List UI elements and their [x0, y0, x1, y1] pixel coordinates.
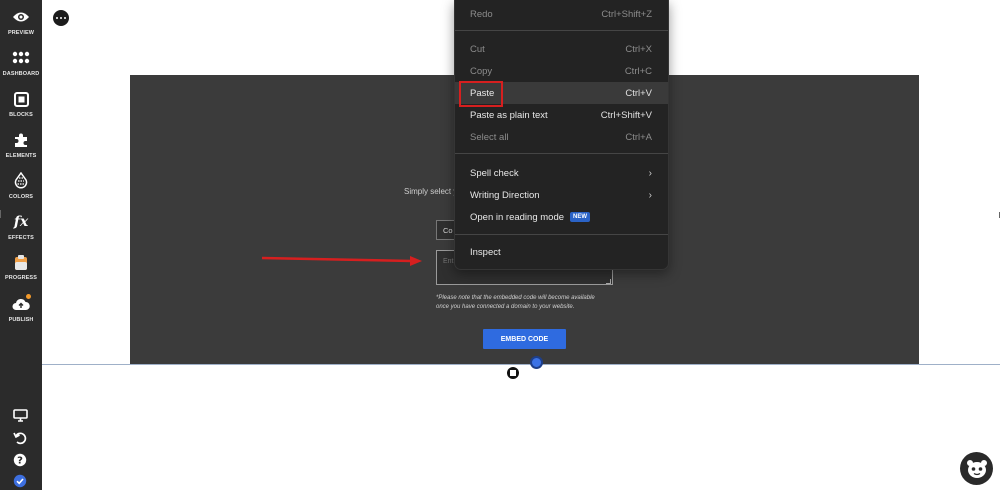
menu-item-shortcut: Ctrl+V: [625, 87, 652, 99]
sidebar-item-effects[interactable]: fx EFFECTS: [0, 209, 42, 249]
sidebar-item-label: EFFECTS: [8, 235, 34, 241]
menu-item-shortcut: Ctrl+A: [625, 131, 652, 143]
sidebar-item-label: PUBLISH: [8, 317, 34, 323]
canvas-edge-marker: [0, 210, 2, 218]
context-menu: Redo Ctrl+Shift+Z Cut Ctrl+X Copy Ctrl+C…: [454, 0, 669, 270]
menu-item-shortcut: Ctrl+C: [624, 65, 652, 77]
sidebar-item-label: BLOCKS: [9, 112, 33, 118]
colors-icon: [12, 172, 30, 190]
menu-item-shortcut: Ctrl+Shift+Z: [601, 8, 652, 20]
menu-item-spell-check[interactable]: Spell check ›: [455, 162, 668, 184]
clipboard-icon: [12, 253, 30, 271]
menu-item-writing-direction[interactable]: Writing Direction ›: [455, 184, 668, 206]
menu-separator: [455, 153, 668, 154]
blocks-icon: [12, 90, 30, 108]
chatbot-icon[interactable]: [960, 452, 993, 485]
sidebar-item-label: DASHBOARD: [2, 71, 40, 77]
menu-item-label: Redo: [470, 8, 493, 20]
grid-icon: [12, 49, 30, 67]
sidebar-item-publish[interactable]: PUBLISH: [0, 291, 42, 331]
menu-item-shortcut: Ctrl+Shift+V: [600, 109, 652, 121]
fx-icon: fx: [13, 214, 29, 230]
sidebar-item-label: PROGRESS: [5, 275, 37, 281]
app-window: PREVIEW DASHBOARD BLOCKS ELEMENTS COLORS: [0, 0, 1000, 490]
menu-item-label: Cut: [470, 43, 485, 55]
add-section-handle[interactable]: [530, 356, 543, 369]
menu-item-reading-mode[interactable]: Open in reading mode NEW: [455, 206, 668, 228]
menu-item-label: Writing Direction: [470, 189, 540, 201]
sidebar-item-label: ELEMENTS: [5, 153, 37, 159]
menu-item-label: Select all: [470, 131, 509, 143]
sidebar-item-blocks[interactable]: BLOCKS: [0, 86, 42, 126]
menu-item-redo[interactable]: Redo Ctrl+Shift+Z: [455, 3, 668, 25]
menu-item-label: Open in reading mode: [470, 211, 565, 223]
menu-item-label-wrap: Open in reading mode NEW: [470, 211, 591, 223]
puzzle-icon: [12, 131, 30, 149]
domain-note-line: once you have connected a domain to your…: [436, 303, 575, 310]
sidebar-item-elements[interactable]: ELEMENTS: [0, 127, 42, 167]
menu-item-label: Copy: [470, 65, 493, 77]
paste-highlight-box: [459, 81, 503, 107]
menu-item-cut[interactable]: Cut Ctrl+X: [455, 38, 668, 60]
menu-item-label: Paste as plain text: [470, 109, 548, 121]
help-icon[interactable]: ?: [11, 451, 29, 469]
more-options-icon[interactable]: [53, 10, 69, 26]
check-icon[interactable]: [11, 472, 29, 490]
section-boundary-line: [42, 364, 1000, 365]
sidebar-item-label: PREVIEW: [7, 30, 35, 36]
sidebar-item-colors[interactable]: COLORS: [0, 168, 42, 208]
sidebar-item-label: COLORS: [8, 194, 34, 200]
section-drag-handle[interactable]: [507, 367, 519, 379]
embed-code-button[interactable]: EMBED CODE: [483, 329, 566, 349]
publish-notification-dot: [26, 294, 31, 299]
new-badge: NEW: [570, 211, 591, 222]
domain-note: *Please note that the embedded code will…: [436, 294, 595, 311]
chevron-right-icon: ›: [648, 167, 652, 179]
eye-icon: [12, 8, 30, 26]
menu-item-label: Inspect: [470, 246, 501, 258]
chevron-right-icon: ›: [648, 189, 652, 201]
menu-item-select-all[interactable]: Select all Ctrl+A: [455, 126, 668, 148]
menu-separator: [455, 234, 668, 235]
editor-sidebar: PREVIEW DASHBOARD BLOCKS ELEMENTS COLORS: [0, 0, 42, 490]
menu-item-shortcut: Ctrl+X: [625, 43, 652, 55]
annotation-arrow: [261, 256, 422, 266]
sidebar-item-dashboard[interactable]: DASHBOARD: [0, 45, 42, 85]
menu-separator: [455, 30, 668, 31]
undo-icon[interactable]: [11, 429, 29, 447]
svg-text:?: ?: [17, 456, 23, 467]
desktop-icon[interactable]: [11, 406, 29, 424]
sidebar-item-preview[interactable]: PREVIEW: [0, 4, 42, 44]
section-description: Simply select y: [404, 187, 458, 196]
menu-item-copy[interactable]: Copy Ctrl+C: [455, 60, 668, 82]
textarea-resize-handle[interactable]: [606, 279, 611, 284]
sidebar-item-progress[interactable]: PROGRESS: [0, 249, 42, 289]
menu-item-inspect[interactable]: Inspect: [455, 241, 668, 263]
domain-note-line: *Please note that the embedded code will…: [436, 295, 595, 301]
menu-item-label: Spell check: [470, 167, 519, 179]
menu-item-paste-plain-text[interactable]: Paste as plain text Ctrl+Shift+V: [455, 104, 668, 126]
